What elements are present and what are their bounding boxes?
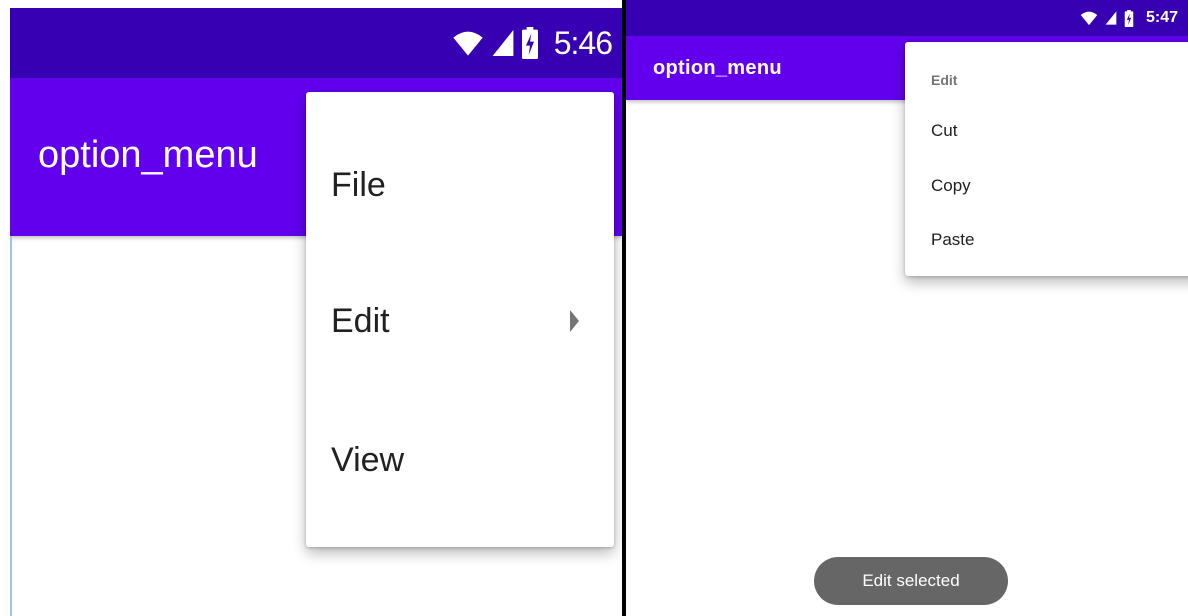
app-title: option_menu [653, 57, 782, 79]
menu-item-label: Paste [931, 230, 975, 249]
window-edge [0, 0, 10, 616]
menu-item-label: File [331, 165, 386, 204]
wifi-icon [1080, 9, 1098, 27]
menu-item-label: View [331, 440, 405, 479]
cell-signal-icon [1104, 10, 1118, 26]
menu-item-edit[interactable]: Edit [306, 252, 614, 390]
options-menu: File Edit View [306, 92, 614, 547]
battery-charging-icon [1124, 9, 1134, 27]
menu-item-copy[interactable]: Copy [905, 159, 1188, 213]
submenu-arrow-icon [570, 310, 579, 332]
menu-item-view[interactable]: View [306, 391, 614, 529]
menu-item-file[interactable]: File [306, 116, 614, 254]
status-bar: 5:46 [10, 8, 622, 78]
wifi-icon [452, 27, 484, 59]
toast-message: Edit selected [814, 557, 1008, 605]
menu-item-label: Copy [931, 176, 971, 195]
left-screen: 5:46 option_menu File Edit View [0, 0, 622, 616]
menu-item-label: Edit [331, 301, 390, 340]
status-bar: 5:47 [626, 0, 1188, 36]
window-edge-line [10, 236, 12, 616]
status-icons: 5:46 [452, 8, 613, 78]
status-time: 5:47 [1145, 9, 1178, 26]
battery-charging-icon [521, 27, 538, 59]
cell-signal-icon [490, 27, 516, 59]
right-screen: 5:47 option_menu Edit Cut Copy Paste Edi… [626, 0, 1188, 616]
menu-item-cut[interactable]: Cut [905, 104, 1188, 158]
app-title: option_menu [38, 134, 258, 176]
edit-submenu: Edit Cut Copy Paste [905, 42, 1188, 276]
menu-item-label: Cut [931, 121, 958, 140]
menu-item-paste[interactable]: Paste [905, 213, 1188, 267]
status-icons: 5:47 [1080, 0, 1178, 36]
status-time: 5:46 [553, 24, 613, 61]
submenu-header: Edit [931, 72, 958, 88]
